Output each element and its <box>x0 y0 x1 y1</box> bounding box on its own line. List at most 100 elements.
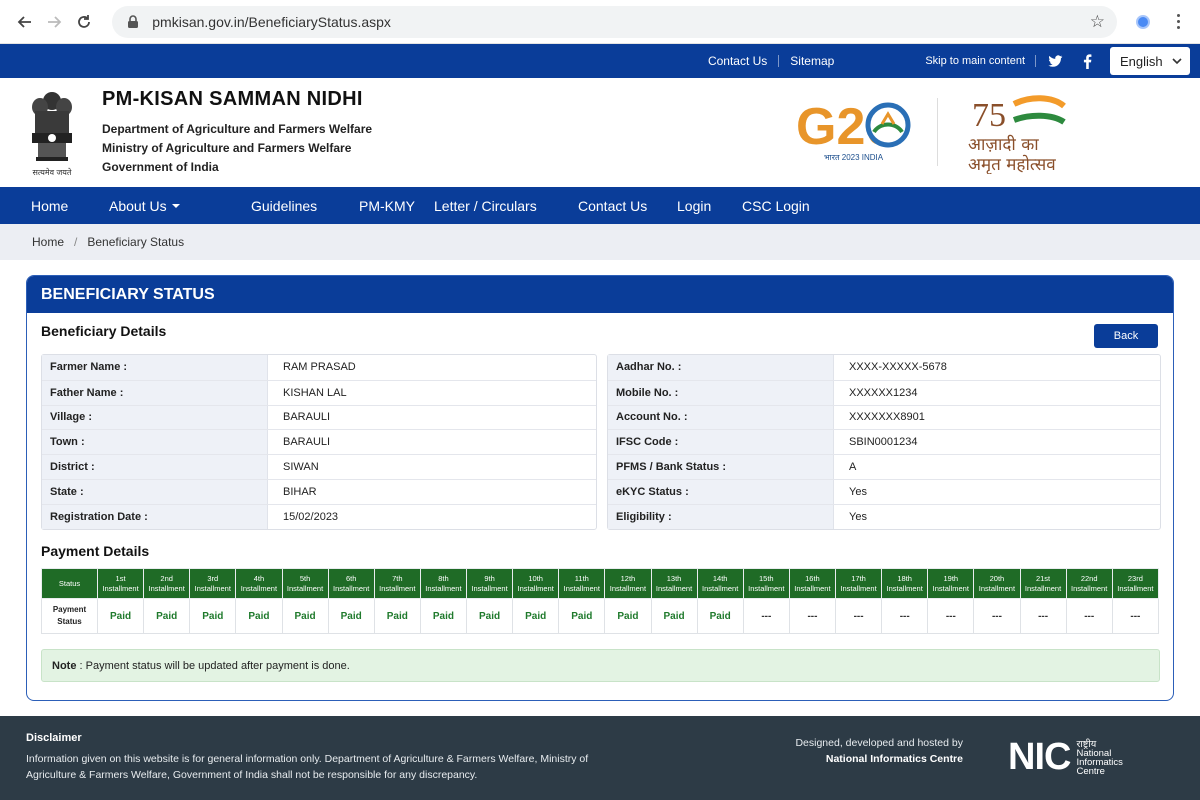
installment-word: Installment <box>886 583 923 593</box>
skip-to-main-link[interactable]: Skip to main content <box>925 55 1036 67</box>
installment-number: 2nd <box>160 573 173 583</box>
detail-left-label: Village : <box>42 405 268 430</box>
installment-word: Installment <box>702 583 739 593</box>
header-divider <box>937 98 938 166</box>
top-sitemap-link[interactable]: Sitemap <box>779 55 845 67</box>
detail-right-row: Mobile No. : XXXXXX1234 <box>608 379 1160 405</box>
nav-about-us[interactable]: About Us <box>78 187 220 224</box>
installment-status: Paid <box>327 598 375 634</box>
beneficiary-details-title: Beneficiary Details <box>41 323 167 339</box>
installment-word: Installment <box>1024 583 1062 593</box>
beneficiary-details-left: Farmer Name : RAM PRASAD Father Name : KISH… <box>41 354 597 530</box>
installment-number: 9th <box>484 573 495 583</box>
installment-number: 4th <box>253 573 265 583</box>
chevron-down-icon <box>1172 57 1182 64</box>
nav-home[interactable]: Home <box>0 187 78 224</box>
language-select[interactable]: English <box>1110 47 1190 75</box>
nic-logo-subtext: राष्ट्रीय National Informatics Centre <box>1076 739 1122 777</box>
installment-header: 3rd Installment <box>189 568 237 599</box>
installment-word: Installment <box>563 583 600 593</box>
installment-header: 14th Installment <box>696 568 744 599</box>
main-navigation: Home About Us Guidelines PM-KMY Letter /… <box>0 187 1200 224</box>
nav-guidelines-label: Guidelines <box>251 197 318 214</box>
payment-status-row-label: Payment Status <box>41 598 98 634</box>
browser-menu-icon[interactable] <box>1166 14 1190 29</box>
installment-word: Installment <box>379 583 416 593</box>
bookmark-star-icon[interactable]: ☆ <box>1090 12 1105 32</box>
installment-number: 8th <box>438 573 449 583</box>
svg-text:75: 75 <box>972 97 1006 134</box>
installment-word: Installment <box>840 583 877 593</box>
detail-left-row: Town : BARAULI <box>42 429 596 455</box>
installment-number: 23rd <box>1127 573 1143 583</box>
installment-number: 18th <box>897 573 912 583</box>
nic-logo-line-3: Centre <box>1076 765 1105 777</box>
detail-right-value: A <box>849 461 857 474</box>
nic-name: National Informatics Centre <box>825 753 963 765</box>
address-bar[interactable]: pmkisan.gov.in/BeneficiaryStatus.aspx ☆ <box>112 5 1117 38</box>
installment-word: Installment <box>794 583 831 593</box>
site-info-icon[interactable] <box>124 13 142 31</box>
back-arrow-icon[interactable] <box>10 7 39 37</box>
government-line: Government of India <box>102 160 219 174</box>
disclaimer-text: Information given on this website is for… <box>26 751 626 783</box>
nic-logo-text: NIC <box>1008 736 1071 778</box>
installment-word: Installment <box>609 583 647 593</box>
designed-by: Designed, developed and hosted by Nation… <box>795 735 963 767</box>
breadcrumb-home[interactable]: Home <box>32 235 64 249</box>
detail-left-row: Village : BARAULI <box>42 404 596 430</box>
installment-word: Installment <box>240 583 278 593</box>
installment-header: 8th Installment <box>419 568 468 599</box>
installment-header: 1st Installment <box>96 568 145 599</box>
installment-status: --- <box>1019 598 1067 634</box>
detail-right-label: Eligibility : <box>608 504 834 529</box>
nav-csc-login[interactable]: CSC Login <box>736 187 810 224</box>
installment-word: Installment <box>471 583 508 593</box>
breadcrumb: Home / Beneficiary Status <box>0 224 1200 260</box>
top-contact-link[interactable]: Contact Us <box>697 55 780 67</box>
installment-word: Installment <box>517 583 554 593</box>
nav-guidelines[interactable]: Guidelines <box>220 187 328 224</box>
g20-logo-subtext: भारत 2023 INDIA <box>824 153 884 162</box>
nav-pm-kmy[interactable]: PM-KMY <box>328 187 434 224</box>
installment-header: 13th Installment <box>650 568 698 599</box>
installment-number: 17th <box>851 573 866 583</box>
installment-header: 4th Installment <box>235 568 283 599</box>
installment-header: 23rd Installment <box>1111 568 1160 599</box>
detail-right-value: XXXXXXX8901 <box>849 411 925 424</box>
detail-left-value: BIHAR <box>283 485 317 498</box>
nav-login[interactable]: Login <box>666 187 736 224</box>
twitter-icon[interactable] <box>1042 51 1068 71</box>
installment-header: 15th Installment <box>742 568 790 599</box>
detail-right-label: Aadhar No. : <box>608 355 834 380</box>
installment-number: 19th <box>943 573 959 583</box>
disclaimer-line-1: Information given on this website is for… <box>26 753 589 765</box>
installment-header: 19th Installment <box>927 568 975 599</box>
installment-status: --- <box>742 598 790 634</box>
payment-details-title: Payment Details <box>41 543 150 559</box>
installment-word: Installment <box>978 583 1016 593</box>
detail-right-value: Yes <box>849 485 867 498</box>
facebook-icon[interactable] <box>1074 51 1100 71</box>
detail-right-row: Aadhar No. : XXXX-XXXXX-5678 <box>608 355 1160 380</box>
nav-letter-circulars[interactable]: Letter / Circulars <box>434 187 560 224</box>
extension-icon[interactable] <box>1129 8 1156 36</box>
installment-status: Paid <box>650 598 698 634</box>
reload-icon[interactable] <box>69 7 98 37</box>
detail-right-label: Mobile No. : <box>608 380 834 405</box>
site-footer: Disclaimer Information given on this web… <box>0 716 1200 800</box>
nav-contact-us[interactable]: Contact Us <box>560 187 666 224</box>
beneficiary-details-right: Aadhar No. : XXXX-XXXXX-5678 Mobile No. : X… <box>607 354 1161 530</box>
azadi-ka-amrit-mahotsav-logo: 75 आज़ादी का अमृत महोत्सव <box>968 95 1066 174</box>
installment-number: 16th <box>805 573 820 583</box>
detail-left-value: BARAULI <box>283 411 331 424</box>
forward-arrow-icon[interactable] <box>39 7 68 37</box>
detail-right-label: Account No. : <box>608 405 834 430</box>
installment-header: 10th Installment <box>512 568 560 599</box>
detail-left-value: 15/02/2023 <box>283 510 339 523</box>
detail-left-label: District : <box>42 455 268 479</box>
installment-word: Installment <box>102 583 139 593</box>
installment-status: --- <box>927 598 975 634</box>
detail-right-value: XXXXXX1234 <box>849 386 918 399</box>
back-button[interactable]: Back <box>1094 324 1158 348</box>
